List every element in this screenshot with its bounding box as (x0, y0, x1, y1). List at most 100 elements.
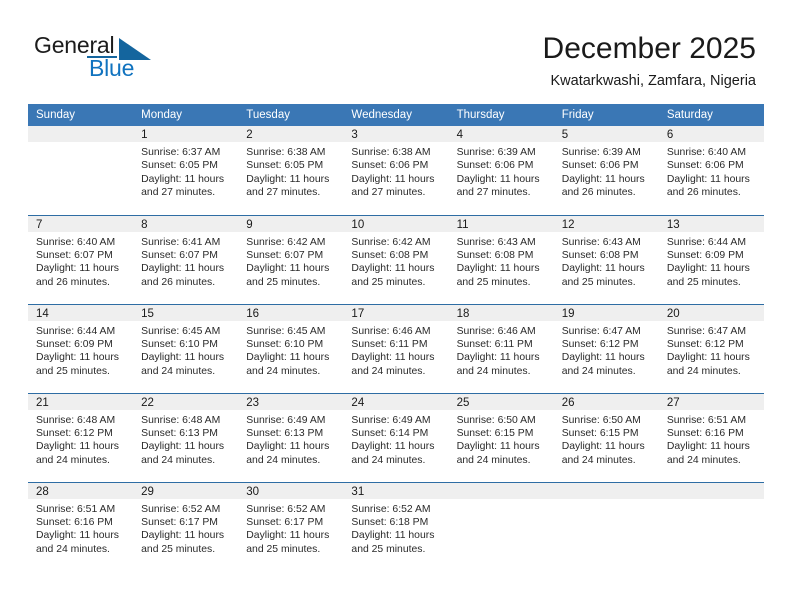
calendar-day-cell[interactable]: 6 Sunrise: 6:40 AM Sunset: 6:06 PM Daylight… (658, 126, 764, 215)
sunset-time: Sunset: 6:11 PM (351, 338, 428, 350)
calendar-day-cell[interactable]: 21 Sunrise: 6:48 AM Sunset: 6:12 PM Dayligh… (28, 392, 134, 482)
daylight-duration: Daylight: 11 hours and 26 minutes. (141, 263, 225, 288)
sunset-time: Sunset: 6:06 PM (456, 160, 534, 172)
calendar-day-cell[interactable]: 18 Sunrise: 6:46 AM Sunset: 6:11 PM Dayligh… (448, 303, 554, 393)
day-number (553, 482, 659, 499)
day-number: 5 (553, 126, 659, 142)
calendar-day-cell[interactable]: 30 Sunrise: 6:52 AM Sunset: 6:17 PM Dayligh… (238, 481, 344, 571)
day-details: Sunrise: 6:47 AM Sunset: 6:12 PM Daylight:… (659, 321, 764, 379)
sunset-time: Sunset: 6:17 PM (246, 516, 324, 528)
sunset-time: Sunset: 6:05 PM (141, 160, 218, 172)
day-details: Sunrise: 6:47 AM Sunset: 6:12 PM Daylight:… (554, 321, 659, 379)
day-number: 15 (133, 304, 239, 321)
calendar-day-cell[interactable]: 14 Sunrise: 6:44 AM Sunset: 6:09 PM Dayligh… (28, 303, 134, 393)
daylight-duration: Daylight: 11 hours and 24 minutes. (36, 441, 119, 466)
calendar-day-cell[interactable]: 22 Sunrise: 6:48 AM Sunset: 6:13 PM Dayligh… (133, 392, 239, 482)
calendar-day-cell[interactable]: 28 Sunrise: 6:51 AM Sunset: 6:16 PM Dayligh… (28, 481, 134, 571)
calendar-day-cell[interactable]: 1 Sunrise: 6:37 AM Sunset: 6:05 PM Daylight… (133, 126, 239, 215)
day-number: 21 (28, 393, 134, 410)
calendar-day-cell[interactable]: 20 Sunrise: 6:47 AM Sunset: 6:12 PM Dayligh… (658, 303, 764, 393)
daylight-duration: Daylight: 11 hours and 24 minutes. (666, 441, 750, 466)
sunset-time: Sunset: 6:12 PM (561, 338, 639, 350)
sunrise-time: Sunrise: 6:43 AM (456, 236, 536, 248)
daylight-duration: Daylight: 11 hours and 27 minutes. (141, 173, 225, 199)
sunset-time: Sunset: 6:16 PM (666, 427, 744, 439)
daylight-duration: Daylight: 11 hours and 25 minutes. (561, 263, 645, 288)
day-details: Sunrise: 6:41 AM Sunset: 6:07 PM Daylight:… (133, 232, 238, 290)
day-details: Sunrise: 6:44 AM Sunset: 6:09 PM Daylight:… (28, 321, 133, 379)
day-details: Sunrise: 6:49 AM Sunset: 6:14 PM Daylight:… (343, 410, 448, 468)
sunset-time: Sunset: 6:14 PM (351, 427, 429, 439)
day-number: 25 (448, 393, 554, 410)
day-number: 2 (238, 126, 344, 142)
day-details: Sunrise: 6:45 AM Sunset: 6:10 PM Daylight:… (238, 321, 343, 379)
sunrise-time: Sunrise: 6:48 AM (141, 414, 221, 426)
calendar-day-cell[interactable]: 12 Sunrise: 6:43 AM Sunset: 6:08 PM Dayligh… (553, 214, 659, 304)
general-blue-logo[interactable]: General Blue (34, 32, 234, 86)
daylight-duration: Daylight: 11 hours and 27 minutes. (246, 173, 330, 199)
calendar-day-cell[interactable]: 31 Sunrise: 6:52 AM Sunset: 6:18 PM Dayligh… (343, 481, 449, 571)
day-details: Sunrise: 6:48 AM Sunset: 6:13 PM Daylight:… (133, 410, 238, 468)
calendar-day-cell[interactable]: 25 Sunrise: 6:50 AM Sunset: 6:15 PM Dayligh… (448, 392, 554, 482)
day-number: 12 (553, 215, 659, 232)
daylight-duration: Daylight: 11 hours and 24 minutes. (246, 441, 330, 466)
weekday-header-sunday: Sunday (28, 104, 134, 126)
sunset-time: Sunset: 6:15 PM (456, 427, 534, 439)
sunset-time: Sunset: 6:12 PM (666, 338, 744, 350)
day-number: 31 (343, 482, 449, 499)
day-number: 19 (553, 304, 659, 321)
weekday-header-thursday: Thursday (448, 104, 554, 126)
daylight-duration: Daylight: 11 hours and 26 minutes. (666, 173, 750, 199)
day-details: Sunrise: 6:50 AM Sunset: 6:15 PM Daylight:… (554, 410, 659, 468)
day-details: Sunrise: 6:51 AM Sunset: 6:16 PM Daylight:… (28, 499, 133, 557)
calendar-day-cell[interactable]: 16 Sunrise: 6:45 AM Sunset: 6:10 PM Dayligh… (238, 303, 344, 393)
calendar-day-cell[interactable]: 4 Sunrise: 6:39 AM Sunset: 6:06 PM Daylight… (448, 126, 554, 215)
sunset-time: Sunset: 6:08 PM (351, 249, 429, 261)
day-details: Sunrise: 6:51 AM Sunset: 6:16 PM Daylight:… (659, 410, 764, 468)
calendar-day-cell[interactable]: 29 Sunrise: 6:52 AM Sunset: 6:17 PM Dayligh… (133, 481, 239, 571)
sunrise-time: Sunrise: 6:47 AM (666, 325, 746, 337)
calendar-day-cell[interactable]: 2 Sunrise: 6:38 AM Sunset: 6:05 PM Daylight… (238, 126, 344, 215)
sunset-time: Sunset: 6:16 PM (36, 516, 113, 528)
calendar-day-cell[interactable]: 9 Sunrise: 6:42 AM Sunset: 6:07 PM Daylight… (238, 214, 344, 304)
day-details: Sunrise: 6:46 AM Sunset: 6:11 PM Daylight:… (343, 321, 448, 379)
sunrise-time: Sunrise: 6:44 AM (36, 325, 116, 337)
sunset-time: Sunset: 6:08 PM (456, 249, 534, 261)
calendar-day-cell[interactable]: 23 Sunrise: 6:49 AM Sunset: 6:13 PM Dayligh… (238, 392, 344, 482)
calendar-day-cell[interactable]: 8 Sunrise: 6:41 AM Sunset: 6:07 PM Daylight… (133, 214, 239, 304)
sunrise-time: Sunrise: 6:44 AM (666, 236, 746, 248)
page-title: December 2025 (542, 32, 756, 65)
calendar-day-cell[interactable]: 5 Sunrise: 6:39 AM Sunset: 6:06 PM Daylight… (553, 126, 659, 215)
sunset-time: Sunset: 6:07 PM (36, 249, 113, 261)
sunset-time: Sunset: 6:08 PM (561, 249, 639, 261)
day-number: 3 (343, 126, 449, 142)
calendar-day-cell[interactable]: 13 Sunrise: 6:44 AM Sunset: 6:09 PM Dayligh… (658, 214, 764, 304)
day-details: Sunrise: 6:40 AM Sunset: 6:06 PM Daylight:… (659, 142, 764, 200)
sunrise-time: Sunrise: 6:39 AM (561, 147, 641, 158)
day-details: Sunrise: 6:50 AM Sunset: 6:15 PM Daylight:… (449, 410, 554, 468)
calendar-day-cell[interactable]: 7 Sunrise: 6:40 AM Sunset: 6:07 PM Daylight… (28, 214, 134, 304)
calendar-day-cell-empty (28, 126, 134, 215)
calendar-day-cell[interactable]: 3 Sunrise: 6:38 AM Sunset: 6:06 PM Daylight… (343, 126, 449, 215)
daylight-duration: Daylight: 11 hours and 24 minutes. (141, 441, 225, 466)
calendar-day-cell[interactable]: 24 Sunrise: 6:49 AM Sunset: 6:14 PM Dayligh… (343, 392, 449, 482)
sunrise-time: Sunrise: 6:49 AM (351, 414, 431, 426)
calendar-day-cell[interactable]: 26 Sunrise: 6:50 AM Sunset: 6:15 PM Dayligh… (553, 392, 659, 482)
calendar-day-cell[interactable]: 19 Sunrise: 6:47 AM Sunset: 6:12 PM Dayligh… (553, 303, 659, 393)
calendar-day-cell[interactable]: 27 Sunrise: 6:51 AM Sunset: 6:16 PM Dayligh… (658, 392, 764, 482)
daylight-duration: Daylight: 11 hours and 25 minutes. (246, 530, 330, 555)
day-number: 11 (448, 215, 554, 232)
day-number: 24 (343, 393, 449, 410)
day-details: Sunrise: 6:49 AM Sunset: 6:13 PM Daylight:… (238, 410, 343, 468)
day-number: 27 (658, 393, 764, 410)
calendar-day-cell[interactable]: 10 Sunrise: 6:42 AM Sunset: 6:08 PM Dayligh… (343, 214, 449, 304)
weekday-header-friday: Friday (553, 104, 659, 126)
calendar-day-cell[interactable]: 17 Sunrise: 6:46 AM Sunset: 6:11 PM Dayligh… (343, 303, 449, 393)
day-number: 20 (658, 304, 764, 321)
calendar-day-cell[interactable]: 11 Sunrise: 6:43 AM Sunset: 6:08 PM Dayligh… (448, 214, 554, 304)
sunrise-time: Sunrise: 6:42 AM (246, 236, 326, 248)
calendar-day-cell[interactable]: 15 Sunrise: 6:45 AM Sunset: 6:10 PM Dayligh… (133, 303, 239, 393)
daylight-duration: Daylight: 11 hours and 24 minutes. (246, 352, 330, 377)
calendar-day-cell-empty (658, 481, 764, 571)
day-details: Sunrise: 6:37 AM Sunset: 6:05 PM Daylight:… (133, 142, 238, 200)
